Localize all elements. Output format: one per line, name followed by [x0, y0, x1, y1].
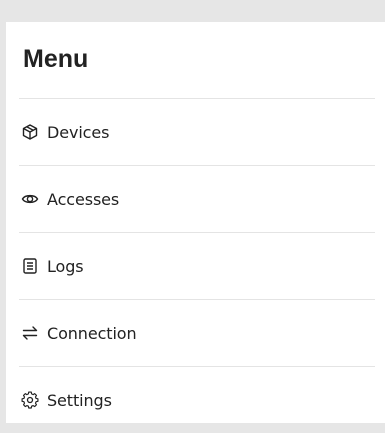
menu-panel: Menu Devices Accesses Logs Connection Se… [6, 22, 385, 423]
menu-item-label: Logs [47, 256, 84, 276]
menu-item-label: Devices [47, 122, 110, 142]
menu-item-devices[interactable]: Devices [19, 98, 375, 165]
menu-item-label: Connection [47, 323, 137, 343]
box-icon [21, 123, 39, 141]
menu-item-connection[interactable]: Connection [19, 299, 375, 366]
menu-list: Devices Accesses Logs Connection Setting… [19, 98, 375, 433]
menu-item-label: Accesses [47, 189, 120, 209]
menu-title: Menu [23, 45, 89, 73]
menu-item-label: Settings [47, 390, 112, 410]
eye-icon [21, 190, 39, 208]
menu-item-accesses[interactable]: Accesses [19, 165, 375, 232]
menu-item-logs[interactable]: Logs [19, 232, 375, 299]
gear-icon [21, 391, 39, 409]
document-list-icon [21, 257, 39, 275]
arrows-swap-icon [21, 324, 39, 342]
